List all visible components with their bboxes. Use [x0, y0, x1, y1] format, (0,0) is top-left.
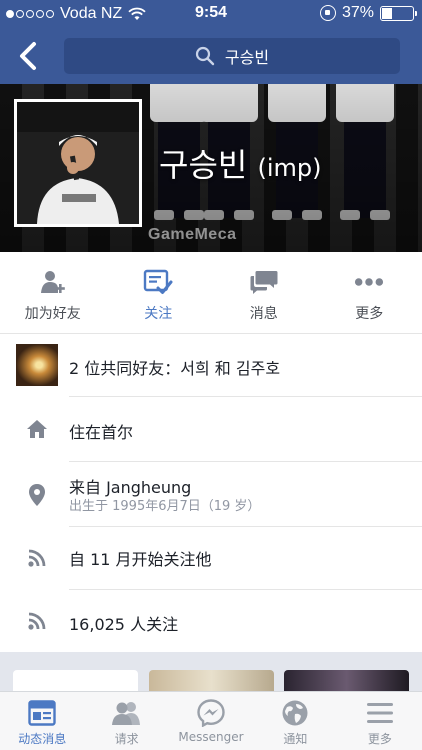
tab-news-feed-label: 动态消息: [18, 732, 67, 746]
tab-friend-requests[interactable]: 请求: [84, 692, 168, 750]
mutual-friends-row[interactable]: 2 位共同好友：서희 和 김주호: [0, 334, 422, 396]
tab-news-feed[interactable]: 动态消息: [0, 692, 84, 750]
home-icon: [27, 420, 47, 438]
tab-friend-requests-label: 请求: [114, 732, 139, 746]
message-label: 消息: [249, 306, 278, 322]
followers-row[interactable]: 16,025 人关注: [0, 590, 422, 652]
tab-notifications-label: 通知: [283, 732, 308, 746]
add-friend-label: 加为好友: [24, 306, 81, 322]
battery-percent: 37%: [341, 4, 374, 21]
search-input[interactable]: 구승빈: [64, 38, 400, 74]
profile-action-bar: 加为好友 关注 消息 更多: [0, 252, 422, 334]
follow-button[interactable]: 关注: [106, 252, 212, 333]
tab-more[interactable]: 更多: [338, 692, 422, 750]
status-bar: Voda NZ 9:54 37%: [0, 0, 422, 28]
location-pin-icon: [29, 484, 45, 506]
rss-feed-icon: [28, 612, 46, 630]
more-icon: [355, 278, 384, 286]
message-button[interactable]: 消息: [211, 252, 317, 333]
hometown-row[interactable]: 来自 Jangheung 出生于 1995年6月7日（19 岁）: [0, 462, 422, 526]
back-button[interactable]: [12, 38, 48, 74]
search-query: 구승빈: [224, 48, 270, 67]
lives-in-row[interactable]: 住在首尔: [0, 397, 422, 461]
following-since-text: 自 11 月开始关注他: [69, 550, 212, 569]
lives-in-text: 住在首尔: [69, 423, 134, 442]
follow-label: 关注: [144, 306, 173, 322]
profile-photo-image: [17, 102, 139, 224]
tab-notifications[interactable]: 通知: [253, 692, 337, 750]
messenger-icon: [197, 699, 225, 727]
profile-picture[interactable]: [14, 99, 142, 227]
following-since-row[interactable]: 自 11 月开始关注他: [0, 527, 422, 589]
photo-card[interactable]: [149, 670, 274, 692]
orientation-lock-icon: [319, 5, 336, 21]
birthday-text: 出生于 1995年6月7日（19 岁）: [69, 499, 261, 514]
top-header: Voda NZ 9:54 37% 구승빈: [0, 0, 422, 84]
battery-icon: [380, 5, 417, 21]
mutual-friends-text: 2 位共同好友：서희 和 김주호: [69, 359, 281, 378]
photo-card[interactable]: [284, 670, 409, 692]
tab-messenger-label: Messenger: [178, 730, 244, 744]
menu-icon: [366, 703, 393, 723]
cover-watermark: GameMeca: [148, 226, 237, 243]
add-friend-button[interactable]: 加为好友: [0, 252, 106, 333]
notifications-globe-icon: [282, 700, 308, 726]
add-friend-icon: [40, 271, 65, 293]
news-feed-icon: [28, 700, 56, 726]
chevron-left-icon: [20, 42, 36, 70]
tab-messenger[interactable]: Messenger: [169, 692, 253, 750]
search-icon: [195, 46, 215, 66]
follow-icon: [144, 269, 173, 294]
profile-name-alt: (imp): [257, 154, 322, 182]
cover-photo[interactable]: 구승빈 (imp) GameMeca: [0, 84, 422, 252]
profile-name: 구승빈 (imp): [159, 140, 322, 186]
photos-strip: [0, 652, 422, 692]
tab-more-label: 更多: [367, 732, 392, 746]
more-button[interactable]: 更多: [317, 252, 422, 333]
friend-requests-icon: [111, 702, 140, 725]
profile-name-primary: 구승빈: [159, 146, 248, 184]
bottom-tab-bar: 动态消息 请求 Messenger 通知 更多: [0, 691, 422, 750]
rss-feed-icon: [28, 549, 46, 567]
photo-card[interactable]: [13, 670, 138, 692]
followers-count-text: 16,025 人关注: [69, 615, 179, 634]
more-label: 更多: [355, 306, 384, 322]
message-icon: [250, 271, 278, 294]
